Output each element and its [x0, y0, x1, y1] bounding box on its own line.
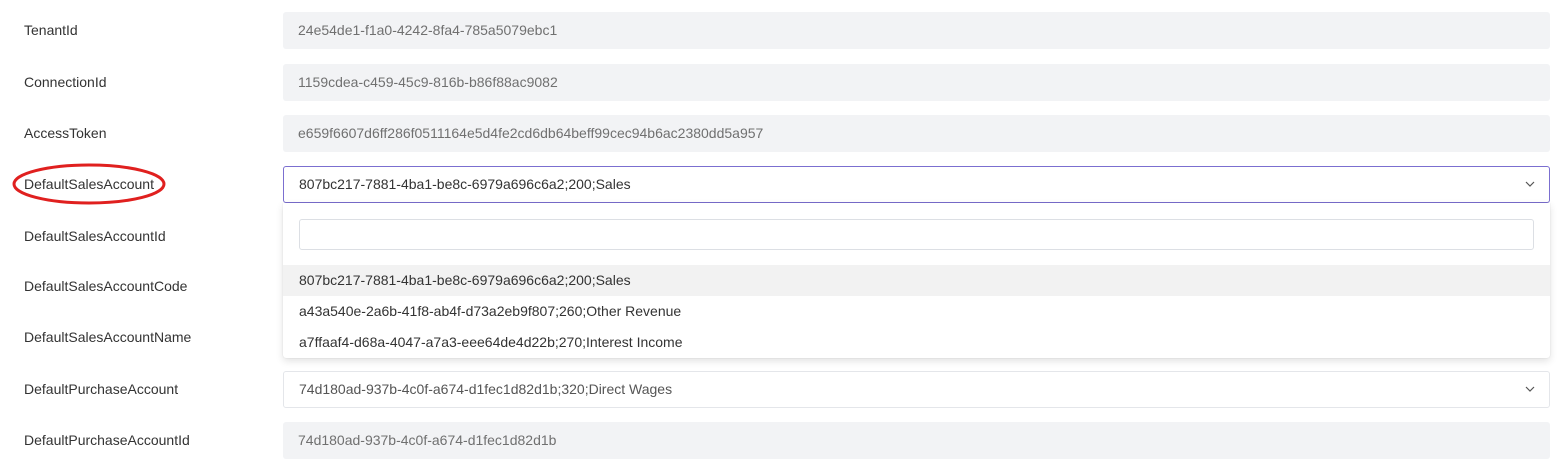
default-sales-account-select[interactable]: 807bc217-7881-4ba1-be8c-6979a696c6a2;200… — [283, 166, 1550, 203]
form-page: TenantId 24e54de1-f1a0-4242-8fa4-785a507… — [0, 0, 1561, 469]
dropdown-option[interactable]: a43a540e-2a6b-41f8-ab4f-d73a2eb9f807;260… — [283, 296, 1550, 327]
access-token-label: AccessToken — [24, 125, 107, 141]
default-sales-account-label: DefaultSalesAccount — [24, 176, 154, 192]
default-purchase-account-select[interactable]: 74d180ad-937b-4c0f-a674-d1fec1d82d1b;320… — [283, 371, 1550, 408]
dropdown-search-input[interactable] — [299, 219, 1534, 250]
default-purchase-account-label: DefaultPurchaseAccount — [24, 381, 179, 397]
default-purchase-account-id-field[interactable]: 74d180ad-937b-4c0f-a674-d1fec1d82d1b — [283, 422, 1550, 459]
default-purchase-account-value: 74d180ad-937b-4c0f-a674-d1fec1d82d1b;320… — [299, 381, 673, 397]
default-purchase-account-id-label: DefaultPurchaseAccountId — [24, 432, 190, 448]
default-sales-account-id-label: DefaultSalesAccountId — [24, 228, 166, 244]
connection-id-label: ConnectionId — [24, 74, 107, 90]
default-sales-account-code-label: DefaultSalesAccountCode — [24, 278, 188, 294]
default-sales-account-dropdown: 807bc217-7881-4ba1-be8c-6979a696c6a2;200… — [283, 203, 1550, 358]
chevron-down-icon — [1525, 181, 1535, 187]
dropdown-option[interactable]: 807bc217-7881-4ba1-be8c-6979a696c6a2;200… — [283, 265, 1550, 296]
dropdown-option[interactable]: a7ffaaf4-d68a-4047-a7a3-eee64de4d22b;270… — [283, 327, 1550, 358]
connection-id-field[interactable]: 1159cdea-c459-45c9-816b-b86f88ac9082 — [283, 64, 1550, 101]
tenant-id-field[interactable]: 24e54de1-f1a0-4242-8fa4-785a5079ebc1 — [283, 12, 1550, 49]
default-sales-account-name-label: DefaultSalesAccountName — [24, 329, 192, 345]
default-sales-account-value: 807bc217-7881-4ba1-be8c-6979a696c6a2;200… — [299, 176, 631, 192]
tenant-id-label: TenantId — [24, 22, 78, 38]
chevron-down-icon — [1525, 386, 1535, 392]
access-token-field[interactable]: e659f6607d6ff286f0511164e5d4fe2cd6db64be… — [283, 115, 1550, 152]
